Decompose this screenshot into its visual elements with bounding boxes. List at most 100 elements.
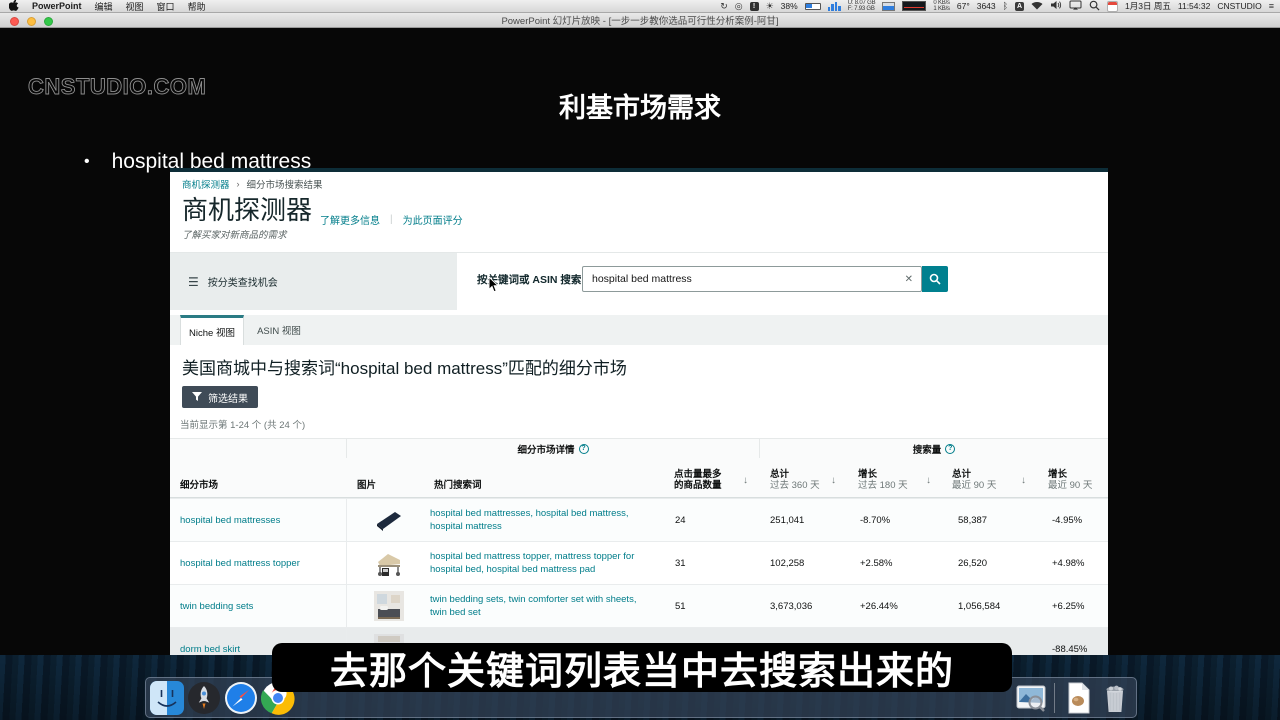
bluetooth-icon[interactable]: ᛒ xyxy=(1003,0,1008,13)
menu-item-app[interactable]: PowerPoint xyxy=(32,1,82,11)
temperature-readout[interactable]: 67° xyxy=(957,1,970,11)
growth-180-value: +26.44% xyxy=(848,585,943,627)
rate-page-link[interactable]: 为此页面评分 xyxy=(403,212,463,227)
breadcrumb-current: 细分市场搜索结果 xyxy=(247,177,323,191)
trash-dock-icon[interactable] xyxy=(1098,681,1132,715)
total-360-value: 251,041 xyxy=(760,499,848,541)
column-header-niche: 细分市场 xyxy=(170,458,347,497)
tab-asin-view[interactable]: ASIN 视图 xyxy=(245,315,313,345)
network-readout[interactable]: 0 KB/s1 KB/s xyxy=(933,0,949,13)
calendar-icon[interactable] xyxy=(1107,1,1118,12)
menu-item-view[interactable]: 视图 xyxy=(126,0,144,13)
column-header-growth-90: 增长最近 90 天 xyxy=(1038,458,1108,497)
search-input-value: hospital bed mattress xyxy=(592,267,692,292)
launchpad-dock-icon[interactable] xyxy=(187,681,221,715)
funnel-icon xyxy=(192,392,202,402)
dock-separator xyxy=(1054,683,1055,713)
group-header-details: 细分市场详情 xyxy=(517,442,574,456)
learn-more-link[interactable]: 了解更多信息 xyxy=(320,212,380,227)
filter-results-label: 筛选结果 xyxy=(208,390,248,405)
input-method-icon[interactable]: A xyxy=(1015,2,1024,11)
total-90-value: 1,056,584 xyxy=(943,585,1038,627)
notification-center-icon[interactable]: ≡ xyxy=(1269,0,1274,13)
product-image xyxy=(374,505,404,535)
total-360-value: 3,673,036 xyxy=(760,585,848,627)
menu-item-help[interactable]: 帮助 xyxy=(188,0,206,13)
table-row[interactable]: hospital bed mattresses hospital bed mat… xyxy=(170,498,1108,541)
niche-link[interactable]: twin bedding sets xyxy=(170,585,347,627)
opportunity-explorer-panel: 商机探测器 › 细分市场搜索结果 商机探测器 了解更多信息 | 为此页面评分 了… xyxy=(170,168,1108,655)
memory-gauge-icon[interactable] xyxy=(882,2,895,11)
column-header-keywords: 热门搜索词 xyxy=(430,458,662,497)
finder-dock-icon[interactable] xyxy=(150,681,184,715)
growth-180-value: -8.70% xyxy=(848,499,943,541)
airplay-display-icon[interactable] xyxy=(1069,0,1082,12)
slide-canvas: CNSTUDIO.COM 利基市场需求 • hospital bed mattr… xyxy=(0,28,1280,655)
preview-dock-icon[interactable] xyxy=(1014,681,1048,715)
memory-readout[interactable]: U: 8.07 GBF: 7.93 GB xyxy=(848,0,876,13)
growth-90-value: -4.95% xyxy=(1038,499,1108,541)
table-row[interactable]: twin bedding sets twin bedding sets, twi… xyxy=(170,584,1108,627)
battery-gauge-icon[interactable] xyxy=(805,3,821,10)
top-search-terms-link[interactable]: hospital bed mattresses, hospital bed ma… xyxy=(430,499,662,541)
niche-table: 细分市场详情 ? 搜索量 ? 细分市场 图片 热门搜索词 点击量最多的商品数量 … xyxy=(170,438,1108,655)
results-heading: 美国商城中与搜索词“hospital bed mattress”匹配的细分市场 xyxy=(182,354,627,379)
sort-descending-icon[interactable]: ↓ xyxy=(831,475,836,486)
sort-descending-icon[interactable]: ↓ xyxy=(743,475,748,486)
total-90-value: 58,387 xyxy=(943,499,1038,541)
sort-descending-icon[interactable]: ↓ xyxy=(926,475,931,486)
table-header-row: 细分市场 图片 热门搜索词 点击量最多的商品数量 ↓ 总计过去 360 天 ↓ … xyxy=(170,458,1108,498)
menu-item-edit[interactable]: 编辑 xyxy=(95,0,113,13)
breadcrumb: 商机探测器 › 细分市场搜索结果 xyxy=(182,177,323,191)
brightness-icon[interactable]: ☀ xyxy=(766,0,774,13)
growth-90-value: -88.45% xyxy=(1038,628,1108,655)
page-header-strip xyxy=(170,168,1108,172)
search-button[interactable] xyxy=(922,266,948,292)
top-search-terms-link[interactable]: hospital bed mattress topper, mattress t… xyxy=(430,542,662,584)
niche-link[interactable]: hospital bed mattress topper xyxy=(170,542,347,584)
close-window-button[interactable] xyxy=(10,17,19,26)
column-header-image: 图片 xyxy=(347,458,430,497)
total-90-value: 26,520 xyxy=(943,542,1038,584)
breadcrumb-separator: › xyxy=(237,179,240,189)
link-separator: | xyxy=(390,214,393,225)
sync-status-icon[interactable]: ↻ xyxy=(720,0,728,13)
window-title-bar: PowerPoint 幻灯片放映 - [一步一步教你选品可行性分析案例-阿甘] xyxy=(0,13,1280,28)
clicked-products-value: 51 xyxy=(662,585,760,627)
total-360-value: 102,258 xyxy=(760,542,848,584)
info-icon[interactable]: ? xyxy=(579,444,589,454)
table-row[interactable]: hospital bed mattress topper hospital be… xyxy=(170,541,1108,584)
result-count-text: 当前显示第 1-24 个 (共 24 个) xyxy=(180,417,305,431)
fan-speed-readout[interactable]: 3643 xyxy=(977,1,996,11)
safari-dock-icon[interactable] xyxy=(224,681,258,715)
minimize-window-button[interactable] xyxy=(27,17,36,26)
volume-icon[interactable] xyxy=(1050,0,1062,12)
browse-categories-button[interactable]: ☰ 按分类查找机会 xyxy=(170,253,457,310)
wifi-icon[interactable] xyxy=(1031,0,1043,12)
network-graph-icon[interactable] xyxy=(902,1,926,11)
clear-search-icon[interactable]: ✕ xyxy=(905,267,913,292)
apple-menu-icon[interactable] xyxy=(9,0,19,13)
filter-results-button[interactable]: 筛选结果 xyxy=(182,386,258,408)
hamburger-menu-icon: ☰ xyxy=(188,275,199,289)
clicked-products-value: 31 xyxy=(662,542,760,584)
product-image xyxy=(374,548,404,578)
alert-status-icon[interactable]: ! xyxy=(750,2,759,11)
menubar-date[interactable]: 1月3日 周五 xyxy=(1125,0,1171,12)
cpu-bars-icon[interactable] xyxy=(828,2,841,11)
spotlight-search-icon[interactable] xyxy=(1089,0,1100,13)
keyword-search-input[interactable]: hospital bed mattress ✕ xyxy=(582,266,922,292)
niche-link[interactable]: hospital bed mattresses xyxy=(170,499,347,541)
zoom-window-button[interactable] xyxy=(44,17,53,26)
tab-niche-view[interactable]: Niche 视图 xyxy=(180,315,244,345)
document-dock-icon[interactable] xyxy=(1061,681,1095,715)
sort-descending-icon[interactable]: ↓ xyxy=(1021,475,1026,486)
battery-percent[interactable]: 38% xyxy=(781,1,798,11)
breadcrumb-root-link[interactable]: 商机探测器 xyxy=(182,177,230,191)
info-icon[interactable]: ? xyxy=(945,444,955,454)
menu-item-window[interactable]: 窗口 xyxy=(157,0,175,13)
menubar-username[interactable]: CNSTUDIO xyxy=(1217,1,1261,11)
menubar-clock[interactable]: 11:54:32 xyxy=(1178,1,1210,11)
top-search-terms-link[interactable]: twin bedding sets, twin comforter set wi… xyxy=(430,585,662,627)
status-menu-icon[interactable]: ◎ xyxy=(735,0,743,13)
